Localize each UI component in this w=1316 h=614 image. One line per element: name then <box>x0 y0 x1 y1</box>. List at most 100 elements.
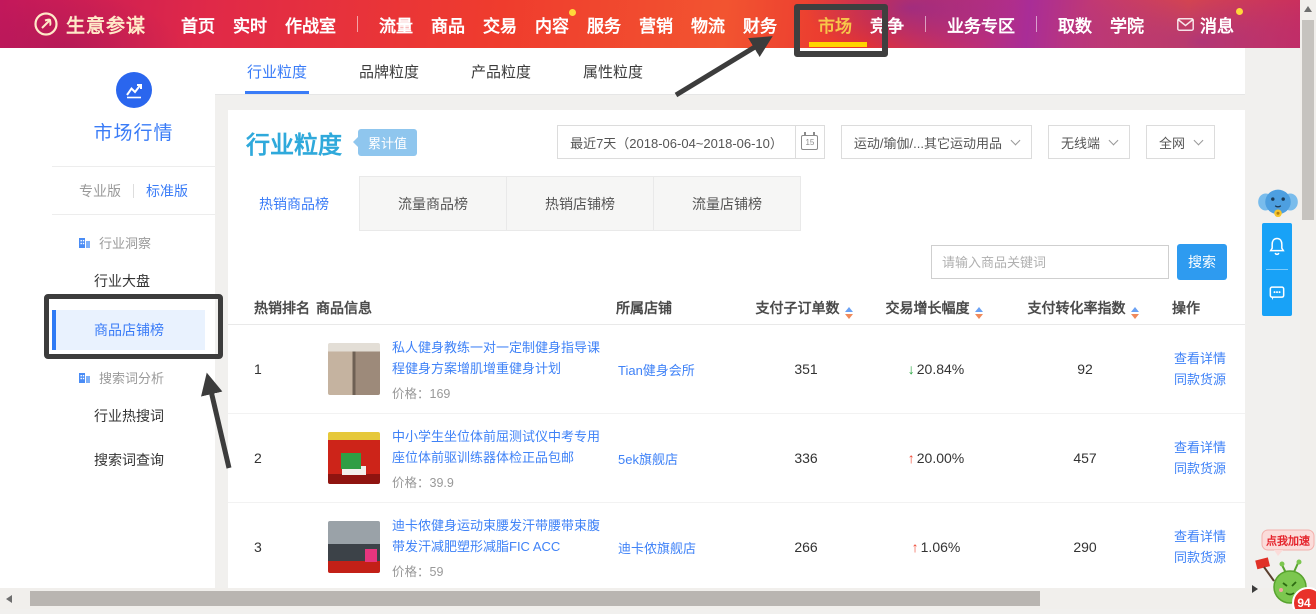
svg-text:94: 94 <box>1297 596 1311 609</box>
product-price: 价格：59 <box>392 561 608 580</box>
product-title-link[interactable]: 迪卡侬健身运动束腰发汗带腰带束腹带发汗减肥塑形减脂FIC ACC <box>392 515 608 557</box>
nav-item-business-zone[interactable]: 业务专区 <box>947 0 1015 48</box>
sidebar-item-industry-overview[interactable]: 行业大盘 <box>52 266 215 296</box>
col-actions: 操作 <box>1158 298 1245 318</box>
same-supply-link[interactable]: 同款货源 <box>1174 547 1245 568</box>
tab-product-granularity[interactable]: 产品粒度 <box>469 48 533 94</box>
nav-item-war-room[interactable]: 作战室 <box>285 0 336 48</box>
col-shop: 所属店铺 <box>606 298 748 318</box>
search-row: 搜索 <box>228 244 1245 280</box>
shop-cell: 5ek旗舰店 <box>608 449 750 468</box>
nav-item-realtime[interactable]: 实时 <box>233 0 267 48</box>
same-supply-link[interactable]: 同款货源 <box>1174 369 1245 390</box>
terminal-value: 无线端 <box>1061 133 1100 152</box>
horizontal-scrollbar[interactable] <box>0 588 1300 609</box>
sort-toggle[interactable] <box>975 307 983 319</box>
scroll-left-arrow[interactable] <box>6 595 12 603</box>
sidebar-group-industry-insight: 行业洞察 <box>52 215 215 252</box>
nav-item-messages[interactable]: 消息 <box>1177 0 1234 48</box>
scope-dropdown[interactable]: 全网 <box>1146 125 1215 159</box>
nav-item-trade[interactable]: 交易 <box>483 0 517 48</box>
sidebar-item-search-word-query[interactable]: 搜索词查询 <box>52 445 215 475</box>
product-cell: 中小学生坐位体前屈测试仪中考专用座位体前驱训练器体检正品包邮 价格：39.9 <box>316 426 608 491</box>
product-image[interactable] <box>328 432 380 484</box>
chevron-down-icon <box>1109 135 1119 145</box>
nav-item-academy[interactable]: 学院 <box>1110 0 1144 48</box>
app-logo[interactable]: 生意参谋 <box>33 11 146 38</box>
shop-link[interactable]: 迪卡侬旗舰店 <box>618 541 696 556</box>
tab-industry-granularity[interactable]: 行业粒度 <box>245 48 309 94</box>
version-switch: 专业版 标准版 <box>52 167 215 215</box>
product-price: 价格：39.9 <box>392 472 608 491</box>
vertical-scroll-thumb[interactable] <box>1302 20 1314 220</box>
col-label: 支付子订单数 <box>756 300 840 316</box>
notification-bell-button[interactable] <box>1262 223 1292 269</box>
building-icon <box>78 236 91 249</box>
same-supply-link[interactable]: 同款货源 <box>1174 458 1245 479</box>
nav-item-finance[interactable]: 财务 <box>743 0 777 48</box>
top-navigation: 生意参谋 首页 实时 作战室 流量 商品 交易 内容 服务 营销 物流 财务 市… <box>0 0 1316 48</box>
tab-pro-version[interactable]: 专业版 <box>79 181 121 201</box>
elephant-mascot[interactable] <box>1256 184 1300 218</box>
tab-hot-shops[interactable]: 热销店铺榜 <box>506 176 654 231</box>
nav-item-market[interactable]: 市场 <box>818 0 852 48</box>
category-dropdown[interactable]: 运动/瑜伽/...其它运动用品 <box>841 125 1032 159</box>
scope-value: 全网 <box>1159 133 1185 152</box>
tab-traffic-products[interactable]: 流量商品榜 <box>359 176 507 231</box>
nav-item-content[interactable]: 内容 <box>535 0 569 48</box>
product-title-link[interactable]: 中小学生坐位体前屈测试仪中考专用座位体前驱训练器体检正品包邮 <box>392 426 608 468</box>
cumulative-badge: 累计值 <box>358 129 417 156</box>
sidebar-item-product-shop-rank[interactable]: 商品店铺榜 <box>52 310 205 350</box>
tab-attribute-granularity[interactable]: 属性粒度 <box>581 48 645 94</box>
product-title-link[interactable]: 私人健身教练一对一定制健身指导课程健身方案增肌增重健身计划 <box>392 337 608 379</box>
vertical-scrollbar[interactable] <box>1300 0 1316 588</box>
terminal-dropdown[interactable]: 无线端 <box>1048 125 1130 159</box>
sort-toggle[interactable] <box>845 307 853 319</box>
view-detail-link[interactable]: 查看详情 <box>1174 526 1245 547</box>
rank-cell: 2 <box>228 450 316 466</box>
calendar-button[interactable]: 15 <box>795 125 825 159</box>
shop-link[interactable]: Tian健身会所 <box>618 363 695 378</box>
nav-item-service[interactable]: 服务 <box>587 0 621 48</box>
product-image[interactable] <box>328 521 380 573</box>
col-label: 交易增长幅度 <box>886 300 970 316</box>
growth-cell: ↑1.06% <box>862 539 1010 555</box>
product-cell: 私人健身教练一对一定制健身指导课程健身方案增肌增重健身计划 价格：169 <box>316 337 608 402</box>
sidebar-title: 市场行情 <box>52 118 215 145</box>
horizontal-scroll-thumb[interactable] <box>30 591 1040 606</box>
search-input[interactable] <box>931 245 1169 279</box>
sort-toggle[interactable] <box>1131 307 1139 319</box>
conversion-cell: 457 <box>1010 450 1160 466</box>
product-price: 价格：169 <box>392 383 608 402</box>
sidebar-item-hot-search-words[interactable]: 行业热搜词 <box>52 401 215 431</box>
shop-link[interactable]: 5ek旗舰店 <box>618 452 678 467</box>
nav-item-data-fetch[interactable]: 取数 <box>1058 0 1092 48</box>
date-range-picker[interactable]: 最近7天（2018-06-04~2018-06-10） <box>557 125 796 159</box>
tab-brand-granularity[interactable]: 品牌粒度 <box>357 48 421 94</box>
search-button[interactable]: 搜索 <box>1177 244 1227 280</box>
growth-value: 1.06% <box>921 539 961 555</box>
nav-item-competition[interactable]: 竞争 <box>870 0 904 48</box>
tab-standard-version[interactable]: 标准版 <box>146 181 188 201</box>
table-header: 热销排名 商品信息 所属店铺 支付子订单数 交易增长幅度 支付转化率指数 操作 <box>228 292 1245 325</box>
tab-hot-products[interactable]: 热销商品榜 <box>228 176 360 231</box>
rank-cell: 1 <box>228 361 316 377</box>
feedback-chat-button[interactable] <box>1262 270 1292 316</box>
view-detail-link[interactable]: 查看详情 <box>1174 348 1245 369</box>
view-detail-link[interactable]: 查看详情 <box>1174 437 1245 458</box>
scroll-up-arrow[interactable] <box>1304 6 1312 12</box>
nav-item-logistics[interactable]: 物流 <box>691 0 725 48</box>
nav-item-products[interactable]: 商品 <box>431 0 465 48</box>
nav-item-marketing[interactable]: 营销 <box>639 0 673 48</box>
tab-traffic-shops[interactable]: 流量店铺榜 <box>653 176 801 231</box>
product-image[interactable] <box>328 343 380 395</box>
speedup-bubble: 点我加速 <box>1262 530 1314 556</box>
nav-item-traffic[interactable]: 流量 <box>379 0 413 48</box>
speedup-mascot-widget[interactable]: 点我加速 94 <box>1250 527 1316 609</box>
page-title: 行业粒度 <box>246 125 342 160</box>
nav-item-home[interactable]: 首页 <box>181 0 215 48</box>
category-value: 运动/瑜伽/...其它运动用品 <box>854 133 1002 152</box>
sidebar-header: 市场行情 <box>52 48 215 145</box>
col-rank: 热销排名 <box>228 298 316 318</box>
actions-cell: 查看详情 同款货源 <box>1160 526 1245 568</box>
